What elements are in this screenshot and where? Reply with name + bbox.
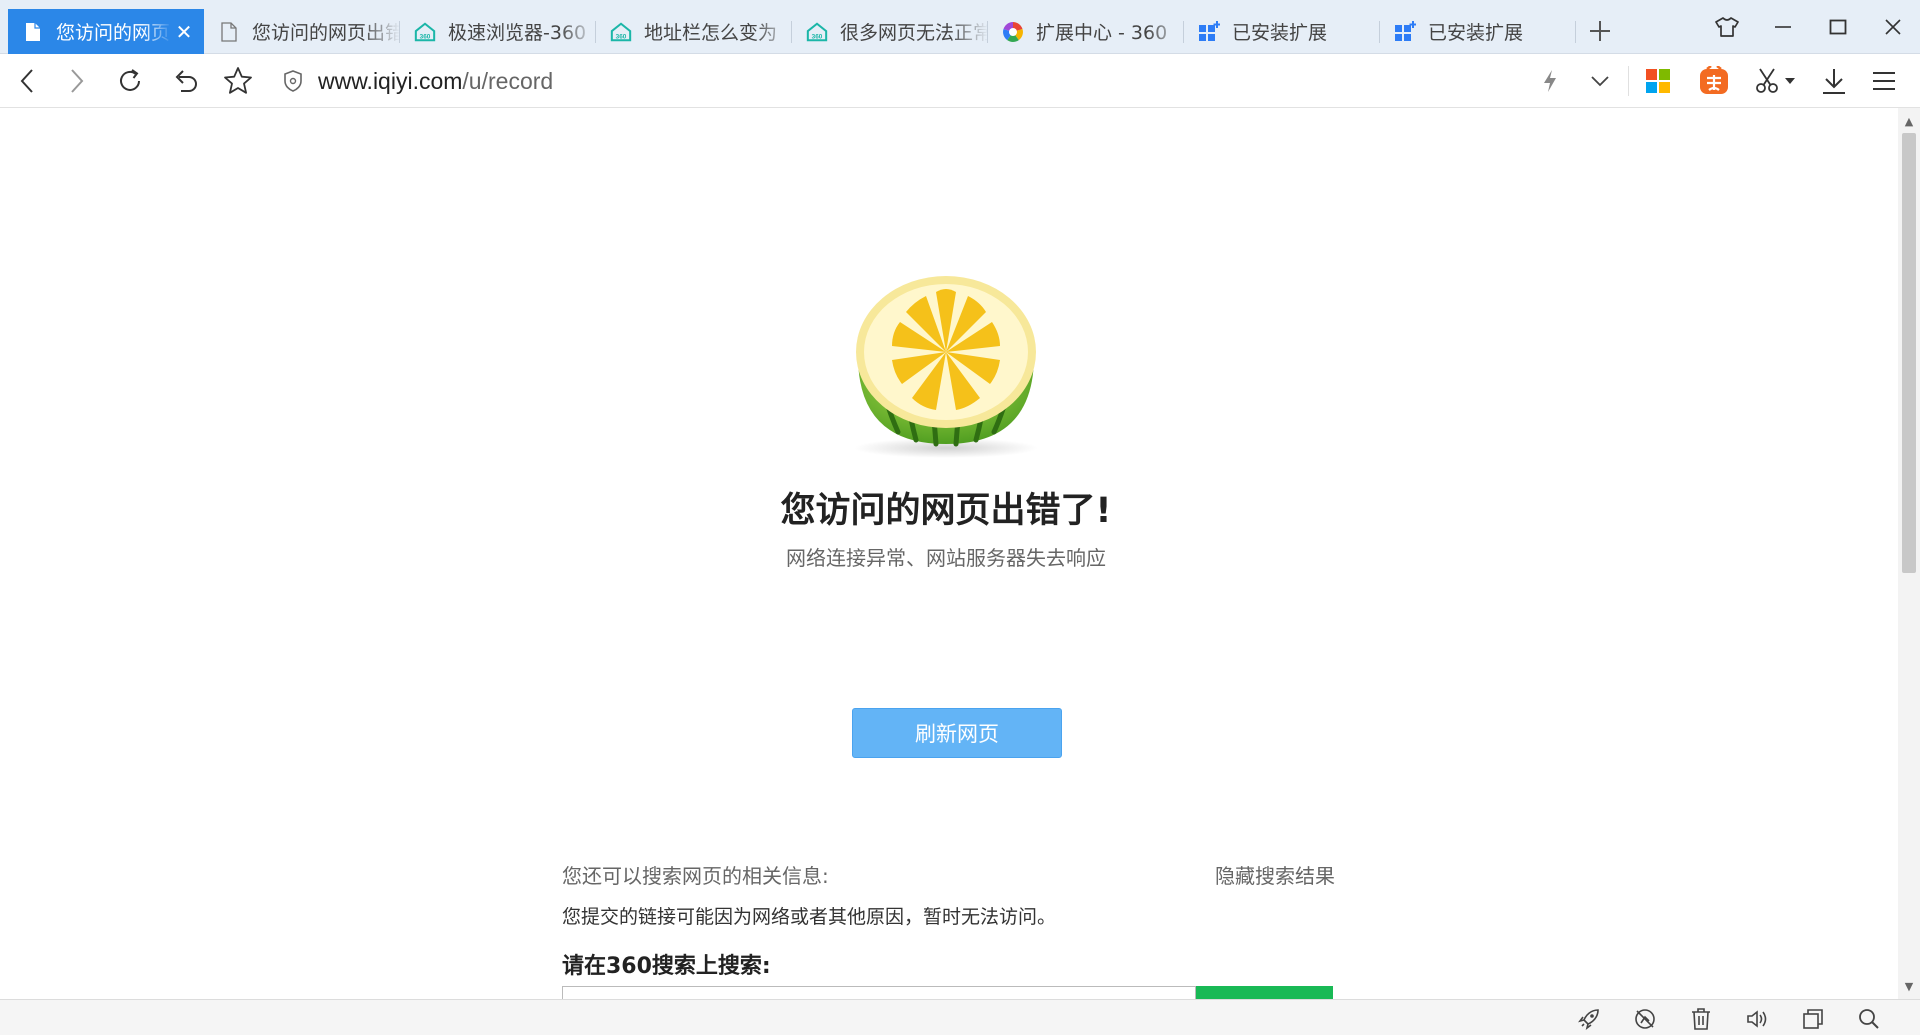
image-off-icon <box>1635 1009 1655 1029</box>
skin-button[interactable] <box>1704 10 1750 44</box>
close-window-button[interactable] <box>1870 10 1916 44</box>
screenshot-menu-button[interactable] <box>1780 63 1800 99</box>
minimize-button[interactable] <box>1760 10 1806 44</box>
hide-search-results-link[interactable]: 隐藏搜索结果 <box>1215 860 1335 889</box>
reload-icon <box>120 69 140 91</box>
back-arrow-icon <box>20 69 33 93</box>
document-icon <box>22 21 44 43</box>
hamburger-menu-icon <box>1873 72 1895 90</box>
forward-arrow-icon <box>71 69 84 93</box>
close-icon <box>1885 19 1901 35</box>
no-image-button[interactable] <box>1632 1006 1658 1032</box>
tab-3[interactable]: 360 极速浏览器-360 <box>400 9 596 54</box>
360-browser-icon: 360 <box>806 21 828 43</box>
error-reason-text: 您提交的链接可能因为网络或者其他原因，暂时无法访问。 <box>562 906 1057 928</box>
caret-down-icon <box>1785 78 1795 84</box>
close-tab-icon[interactable]: ✕ <box>172 20 196 44</box>
minimize-icon <box>1775 26 1791 28</box>
url-host: www.iqiyi.com <box>318 67 463 94</box>
orange-extension-icon <box>1700 66 1728 94</box>
extension-center-icon <box>1002 21 1024 43</box>
extensions-icon <box>1394 20 1416 43</box>
toolbar: www.iqiyi.com/u/record <box>0 54 1920 108</box>
undo-icon <box>175 70 197 92</box>
bookmark-button[interactable] <box>220 63 256 99</box>
extensions-icon <box>1198 20 1220 43</box>
shield-icon <box>284 70 302 92</box>
chevron-down-icon <box>1591 76 1609 87</box>
url-path: /u/record <box>462 67 554 94</box>
forward-button[interactable] <box>58 63 94 99</box>
tab-label: 地址栏怎么变为 <box>644 22 778 44</box>
tab-5[interactable]: 360 很多网页无法正常 <box>792 9 988 54</box>
tab-8[interactable]: 已安装扩展 <box>1380 9 1576 54</box>
document-icon <box>218 21 240 43</box>
lightning-icon <box>1544 70 1556 92</box>
clear-data-button[interactable] <box>1688 1006 1714 1032</box>
maximize-button[interactable] <box>1815 10 1861 44</box>
svg-text:360: 360 <box>616 33 627 40</box>
svg-text:360: 360 <box>812 33 823 40</box>
star-icon <box>224 67 252 94</box>
speed-mode-button[interactable] <box>1532 63 1568 99</box>
tab-bar: 您访问的网页出错了 ✕ 您访问的网页出错了 360 极速浏览器-360 360 … <box>0 0 1920 54</box>
refresh-page-button[interactable]: 刷新网页 <box>852 708 1062 758</box>
tab-6[interactable]: 扩展中心 - 360 <box>988 9 1184 54</box>
tab-label: 扩展中心 - 360 <box>1036 22 1168 44</box>
mute-button[interactable] <box>1744 1006 1770 1032</box>
undo-close-button[interactable] <box>168 63 204 99</box>
scissors-icon <box>1756 68 1778 93</box>
maximize-icon <box>1829 19 1847 35</box>
browser-window: 您访问的网页出错了 ✕ 您访问的网页出错了 360 极速浏览器-360 360 … <box>0 0 1920 1035</box>
error-subtitle: 网络连接异常、网站服务器失去响应 <box>786 546 1106 570</box>
search-on-360-label: 请在360搜索上搜索: <box>562 954 771 979</box>
tab-1[interactable]: 您访问的网页出错了 ✕ <box>8 9 204 54</box>
tshirt-icon <box>1715 17 1739 37</box>
tab-label: 已安装扩展 <box>1428 22 1524 44</box>
scroll-up-arrow[interactable]: ▲ <box>1898 110 1920 132</box>
status-bar <box>0 999 1920 1035</box>
back-button[interactable] <box>10 63 46 99</box>
svg-text:360: 360 <box>420 33 431 40</box>
tab-label: 已安装扩展 <box>1232 22 1328 44</box>
zoom-button[interactable] <box>1856 1006 1882 1032</box>
tab-4[interactable]: 360 地址栏怎么变为 <box>596 9 792 54</box>
accelerate-button[interactable] <box>1576 1006 1602 1032</box>
address-dropdown-button[interactable] <box>1582 63 1618 99</box>
app-center-button[interactable] <box>1640 63 1676 99</box>
speaker-icon <box>1747 1010 1767 1028</box>
360-browser-icon: 360 <box>610 21 632 43</box>
360-browser-icon: 360 <box>414 21 436 43</box>
apps-grid-icon <box>1646 69 1670 93</box>
plus-icon <box>1590 21 1610 41</box>
search-hint-text: 您还可以搜索网页的相关信息: <box>562 864 829 888</box>
window-mode-button[interactable] <box>1800 1006 1826 1032</box>
window-restore-icon <box>1803 1009 1823 1029</box>
address-bar[interactable]: www.iqiyi.com/u/record <box>282 60 1622 102</box>
tab-label: 极速浏览器-360 <box>448 22 587 44</box>
tab-label: 您访问的网页出错了 <box>56 22 172 44</box>
scroll-down-arrow[interactable]: ▼ <box>1898 975 1920 997</box>
lemon-watermelon-illustration <box>854 276 1038 458</box>
reload-button[interactable] <box>112 63 148 99</box>
error-title: 您访问的网页出错了! <box>780 491 1112 531</box>
trash-icon <box>1692 1008 1710 1030</box>
url-text[interactable]: www.iqiyi.com/u/record <box>318 68 553 95</box>
tab-label: 很多网页无法正常 <box>840 22 988 44</box>
download-icon <box>1823 69 1845 94</box>
extension-button[interactable] <box>1696 63 1732 99</box>
tab-2[interactable]: 您访问的网页出错了 <box>204 9 400 54</box>
tab-7[interactable]: 已安装扩展 <box>1184 9 1380 54</box>
tab-label: 您访问的网页出错了 <box>252 22 400 44</box>
main-menu-button[interactable] <box>1866 63 1902 99</box>
magnifier-icon <box>1859 1009 1879 1029</box>
scrollbar-thumb[interactable] <box>1902 133 1916 573</box>
new-tab-button[interactable] <box>1583 14 1617 48</box>
downloads-button[interactable] <box>1816 63 1852 99</box>
rocket-icon <box>1578 1009 1599 1030</box>
